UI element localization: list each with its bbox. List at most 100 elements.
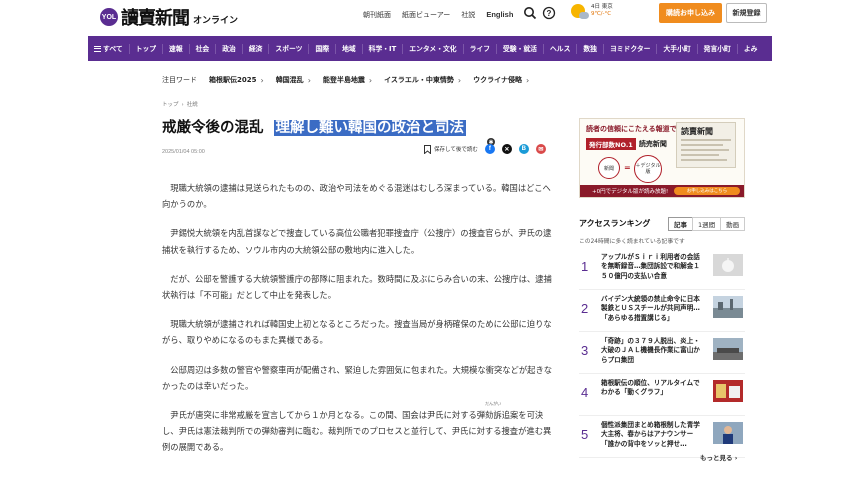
- nav-item-top[interactable]: トップ: [130, 43, 164, 54]
- subscribe-button[interactable]: 購読お申し込み: [659, 3, 722, 23]
- rank-number: 5: [581, 427, 589, 442]
- rank-headline: バイデン大統領の禁止命令に日本製鉄とＵＳスチールが共同声明…「あらゆる措置講じる…: [601, 295, 700, 322]
- nav-item-hatsugen-komachi[interactable]: 発言小町: [698, 43, 738, 54]
- nav-item-sudoku[interactable]: 数独: [577, 43, 604, 54]
- help-icon[interactable]: ?: [542, 6, 556, 20]
- nav-item-yomi[interactable]: よみ: [738, 44, 764, 54]
- focus-word-hakone[interactable]: 箱根駅伝2025: [209, 75, 256, 85]
- focus-word-noto[interactable]: 能登半島地震: [323, 75, 365, 85]
- header-link-editorial[interactable]: 社説: [461, 10, 475, 20]
- ranking-list: 1 アップルがＳｉｒｉ利用者の会話を無断録音…集団訴訟で和解金１５０億円の支払い…: [579, 248, 745, 458]
- ad-apply-button[interactable]: お申し込みはこちら: [674, 187, 740, 195]
- nav-item-exam-job[interactable]: 受験・就活: [497, 43, 544, 54]
- rank-number: 2: [581, 301, 589, 316]
- ranking-item[interactable]: 3 「奇跡」の３７９人脱出、炎上・大破のＪＡＬ機機長作業に富山からプロ集団: [579, 332, 745, 374]
- steel-plant-thumbnail-image: [713, 296, 743, 318]
- weather-widget[interactable]: 4日 東京 9℃/-°C: [571, 4, 613, 19]
- chevron-right-icon: ›: [734, 454, 738, 462]
- header-link-english[interactable]: English: [486, 10, 513, 20]
- rank-number: 4: [581, 385, 589, 400]
- logo-badge: YOL: [100, 8, 118, 26]
- rank-headline: 個性派集団まとめ箱根制した青学大主将、春からはアナウンサー「誰かの背中をソッと押…: [601, 421, 700, 448]
- nav-menu-all[interactable]: すべて: [88, 43, 130, 54]
- tab-articles[interactable]: 記事: [668, 217, 693, 231]
- ranking-title: アクセスランキング: [579, 219, 651, 228]
- facebook-share-icon[interactable]: f: [484, 144, 495, 154]
- airport-thumbnail-image: [713, 338, 743, 360]
- subscription-ad-banner[interactable]: 読者の信頼にこたえる報道で 読賣新聞 発行部数NO.1 読売新聞 新聞 = ＋デジ…: [579, 118, 745, 198]
- article-paragraph: 現職大統領が逮捕されれば韓国史上初となるところだった。捜査当局が身柄確保のために…: [162, 319, 552, 346]
- bookmark-icon: [424, 144, 431, 154]
- runner-thumbnail-image: [713, 422, 743, 444]
- site-logo[interactable]: YOL 讀賣新聞 オンライン: [100, 4, 238, 30]
- hatena-share-icon[interactable]: B: [518, 144, 529, 154]
- main-nav: すべて トップ 速報 社会 政治 経済 スポーツ 国際 地域 科学・IT エンタ…: [88, 36, 772, 61]
- ad-badge: 発行部数NO.1 読売新聞: [586, 138, 667, 150]
- share-bar: 保存して後で読む f ✕ B ✉: [424, 144, 546, 154]
- chevron-right-icon: ›: [525, 75, 530, 85]
- nav-item-society[interactable]: 社会: [190, 43, 217, 54]
- breadcrumb: トップ › 社説: [162, 102, 198, 108]
- rank-headline: 箱根駅伝の順位、リアルタイムでわかる「動くグラフ」: [601, 379, 700, 397]
- tab-week[interactable]: 1週間: [692, 217, 722, 231]
- rank-headline: 「奇跡」の３７９人脱出、炎上・大破のＪＡＬ機機長作業に富山からプロ集団: [601, 337, 700, 364]
- ranking-item[interactable]: 4 箱根駅伝の順位、リアルタイムでわかる「動くグラフ」: [579, 374, 745, 416]
- nav-item-yomidr[interactable]: ヨミドクター: [604, 43, 658, 54]
- focus-label: 注目ワード: [162, 76, 197, 84]
- hamburger-icon: [94, 45, 101, 52]
- mail-share-icon[interactable]: ✉: [535, 144, 546, 154]
- nav-item-health[interactable]: ヘルス: [544, 43, 578, 54]
- weather-icon: [571, 4, 589, 19]
- nav-item-politics[interactable]: 政治: [216, 43, 243, 54]
- chevron-right-icon: ›: [368, 75, 373, 85]
- chevron-right-icon: ›: [307, 75, 311, 85]
- register-button[interactable]: 新規登録: [726, 3, 767, 23]
- logo-subtext: オンライン: [193, 15, 239, 26]
- plus-icon: =: [624, 163, 631, 172]
- ad-bottom-bar: +0円でデジタル版が読み放題! お申し込みはこちら: [580, 185, 744, 197]
- ad-circle-digital: ＋デジタル版: [634, 155, 662, 183]
- nav-item-science-it[interactable]: 科学・IT: [363, 43, 404, 54]
- focus-word-korea[interactable]: 韓国混乱: [276, 75, 304, 85]
- nav-item-entertainment[interactable]: エンタメ・文化: [403, 43, 464, 54]
- ad-circle-newspaper: 新聞: [598, 157, 620, 179]
- focus-words: 注目ワード 箱根駅伝2025 › 韓国混乱 › 能登半島地震 › イスラエル・中東情勢…: [162, 75, 541, 85]
- nav-item-life[interactable]: ライフ: [464, 43, 497, 54]
- article-paragraph: 尹錫悦大統領を内乱首謀などで捜査している高位公職者犯罪捜査庁（公捜庁）の捜査官ら…: [162, 228, 552, 255]
- chevron-right-icon: ›: [457, 75, 462, 85]
- svg-text:?: ?: [547, 9, 552, 18]
- chevron-right-icon: ›: [260, 75, 264, 85]
- site-header: YOL 讀賣新聞 オンライン 朝刊紙面 紙面ビューアー 社説 English ?…: [88, 0, 772, 32]
- header-nav: 朝刊紙面 紙面ビューアー 社説 English: [363, 10, 513, 20]
- article-title: 戒厳令後の混乱 理解し難い韓国の政治と司法: [162, 116, 466, 137]
- breadcrumb-editorial[interactable]: 社説: [187, 102, 198, 108]
- x-share-icon[interactable]: ✕: [501, 144, 512, 154]
- search-icon[interactable]: [523, 6, 537, 20]
- header-link-morning-paper[interactable]: 朝刊紙面: [363, 10, 391, 20]
- ranking-item[interactable]: 2 バイデン大統領の禁止命令に日本製鉄とＵＳスチールが共同声明…「あらゆる措置講…: [579, 290, 745, 332]
- header-link-viewer[interactable]: 紙面ビューアー: [402, 10, 450, 20]
- rank-number: 3: [581, 343, 589, 358]
- article-paragraph: 尹氏が唐突に非常戒厳を宣言してから１か月となる。この間、国会は尹氏に対する だんが…: [162, 401, 552, 453]
- article-body: 現職大統領の逮捕は見送られたものの、政治や司法をめぐる混迷はむしろ深まっている。…: [162, 180, 556, 469]
- article-date: 2025/01/04 05:00: [162, 149, 205, 155]
- focus-word-israel[interactable]: イスラエル・中東情勢: [384, 75, 454, 85]
- weather-temp: 9℃/-°C: [591, 11, 612, 17]
- breadcrumb-top[interactable]: トップ: [162, 102, 179, 108]
- save-for-later-button[interactable]: 保存して後で読む: [424, 144, 478, 154]
- nav-item-local[interactable]: 地域: [336, 43, 363, 54]
- nav-item-international[interactable]: 国際: [309, 43, 337, 54]
- tab-video[interactable]: 動画: [720, 217, 746, 231]
- nav-item-breaking[interactable]: 速報: [163, 43, 190, 54]
- ranking-tabs: 記事 1週間 動画: [668, 217, 746, 231]
- nav-item-sports[interactable]: スポーツ: [269, 43, 310, 54]
- weather-day: 4日 東京: [591, 4, 613, 10]
- focus-word-ukraine[interactable]: ウクライナ侵略: [473, 75, 522, 85]
- ranking-more-link[interactable]: もっと見る ›: [700, 452, 737, 462]
- title-highlight: 理解し難い韓国の政治と司法: [273, 120, 466, 136]
- ranking-item[interactable]: 1 アップルがＳｉｒｉ利用者の会話を無断録音…集団訴訟で和解金１５０億円の支払い…: [579, 248, 745, 290]
- nav-item-economy[interactable]: 経済: [243, 43, 270, 54]
- title-main: 戒厳令後の混乱: [162, 120, 264, 136]
- nav-item-otekomachi[interactable]: 大手小町: [657, 43, 698, 54]
- ekiden-thumbnail-image: [713, 380, 743, 402]
